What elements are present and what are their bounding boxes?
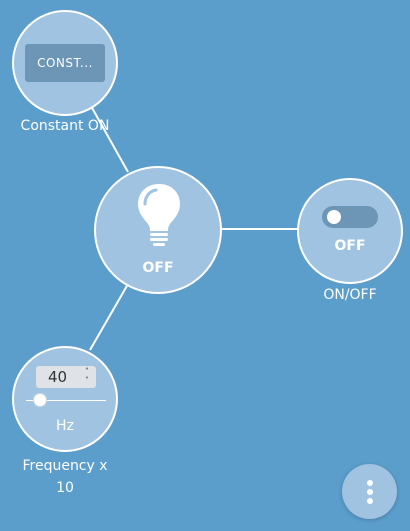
constant-node-label: Constant ON [20,118,110,134]
constant-button[interactable]: CONST... [25,44,105,82]
frequency-node-label: Frequency x 10 [5,455,125,499]
constant-node[interactable]: CONST... [12,10,118,116]
on-off-toggle[interactable] [322,206,378,228]
switch-state: OFF [334,238,366,254]
lightbulb-icon [138,184,180,246]
toggle-knob[interactable] [327,210,341,224]
frequency-value: 40 [48,368,68,386]
frequency-node[interactable]: 40 ˄ ˅ Hz [12,346,118,452]
constant-button-label: CONST... [37,56,93,70]
frequency-label-line2: 10 [56,480,74,496]
bulb-state: OFF [142,260,174,276]
switch-node-label: ON/OFF [323,287,377,303]
frequency-stepper[interactable]: 40 ˄ ˅ [36,366,96,388]
switch-node[interactable]: OFF [297,178,403,284]
link-constant-bulb [90,105,129,173]
stepper-arrows-icon[interactable]: ˄ ˅ [82,367,92,387]
link-bulb-frequency [89,283,129,351]
frequency-label-line1: Frequency x [22,458,108,474]
frequency-unit: Hz [56,418,74,434]
frequency-slider-thumb[interactable] [33,393,47,407]
menu-button[interactable] [342,464,397,519]
bulb-node[interactable]: OFF [94,166,222,294]
